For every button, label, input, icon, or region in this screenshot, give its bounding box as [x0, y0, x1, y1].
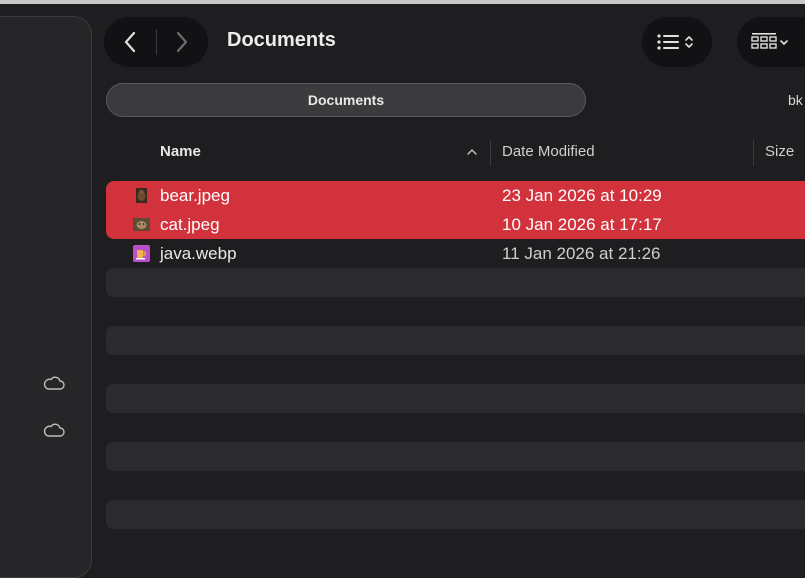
file-date-modified: 11 Jan 2026 at 21:26	[502, 243, 661, 263]
list-view-button[interactable]	[642, 17, 712, 67]
path-tab-bk[interactable]: bk	[788, 92, 803, 108]
chevron-right-icon	[177, 31, 188, 53]
back-button[interactable]	[104, 17, 156, 67]
column-header-date-modified[interactable]: Date Modified	[502, 143, 595, 160]
webp-thumbnail-icon	[133, 245, 150, 262]
file-row-cat[interactable]: cat.jpeg 10 Jan 2026 at 17:17	[106, 210, 805, 239]
column-header-name[interactable]: Name	[160, 143, 201, 160]
column-divider[interactable]	[753, 140, 754, 166]
grid-view-icon	[751, 33, 788, 49]
list-view-icon	[657, 34, 693, 50]
empty-row	[106, 500, 805, 529]
sort-ascending-icon[interactable]	[466, 147, 478, 157]
forward-button[interactable]	[156, 17, 208, 67]
file-row-java[interactable]: java.webp 11 Jan 2026 at 21:26	[106, 239, 805, 268]
file-name: cat.jpeg	[160, 214, 220, 234]
window-title: Documents	[227, 29, 336, 51]
jpeg-thumbnail-icon	[133, 218, 150, 231]
file-date-modified: 23 Jan 2026 at 10:29	[502, 185, 662, 205]
chevron-left-icon	[124, 31, 135, 53]
column-divider[interactable]	[490, 140, 491, 166]
file-name: bear.jpeg	[160, 185, 230, 205]
window-top-edge	[0, 0, 805, 4]
sidebar	[0, 16, 92, 578]
empty-row	[106, 442, 805, 471]
grid-view-button[interactable]	[737, 17, 805, 67]
file-row-bear[interactable]: bear.jpeg 23 Jan 2026 at 10:29	[106, 181, 805, 210]
column-header-size[interactable]: Size	[765, 143, 794, 160]
icloud-icon[interactable]	[43, 423, 65, 437]
navigation-buttons	[104, 17, 208, 67]
jpeg-thumbnail-icon	[136, 188, 147, 203]
icloud-icon[interactable]	[43, 376, 65, 390]
empty-row	[106, 384, 805, 413]
file-date-modified: 10 Jan 2026 at 17:17	[502, 214, 662, 234]
empty-row	[106, 326, 805, 355]
empty-row	[106, 268, 805, 297]
path-tab-documents[interactable]: Documents	[106, 83, 586, 117]
file-name: java.webp	[160, 243, 237, 263]
